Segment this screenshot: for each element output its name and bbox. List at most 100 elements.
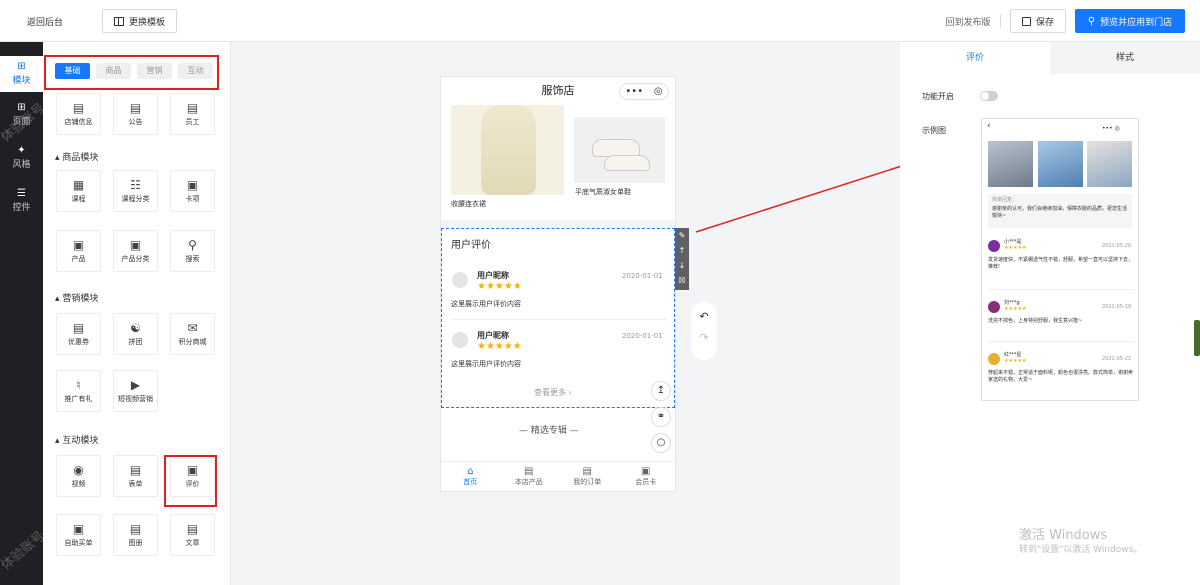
tab-style[interactable]: 样式 [1050, 42, 1200, 74]
capsule-menu-icon: ••• ◎ [1102, 125, 1120, 132]
review-photo [988, 141, 1033, 187]
sliders-icon: ☰ [17, 188, 26, 199]
module-notice[interactable]: ▤ 公告 [113, 93, 158, 135]
avatar [452, 272, 468, 288]
module-points-mall[interactable]: ✉ 积分商城 [170, 313, 215, 355]
module-video[interactable]: ◉ 视频 [56, 455, 101, 497]
target-icon: ◎ [653, 86, 663, 97]
windows-activation-note: 转到"设置"以激活 Windows。 [1019, 545, 1143, 555]
chat-icon[interactable]: ○ [651, 433, 671, 453]
link-icon[interactable]: ⚭ [651, 407, 671, 427]
divider [988, 341, 1134, 342]
preview-apply-button[interactable]: ⚲ 预览并应用到门店 [1075, 9, 1185, 33]
card-icon: ▣ [186, 178, 199, 192]
reviewer-name: 用户昵称 [477, 331, 509, 340]
back-to-admin-button[interactable]: 返回后台 [12, 9, 78, 33]
phone-preview: 服饰店 ••• ◎ 收腰连衣裙 平底气质淑女单鞋 用户评价 用户昵称 ★★★★★ … [440, 76, 689, 492]
module-coupon[interactable]: ▤ 优惠券 [56, 313, 101, 355]
section-interact: ▴ 互动模块 [55, 436, 99, 446]
plus-square-icon: ⊞ [17, 61, 26, 72]
module-referral[interactable]: ♮ 推广有礼 [56, 370, 101, 412]
album-title: — 精选专辑 — [519, 426, 579, 436]
rail-item-modules[interactable]: ⊞ 模块 [0, 56, 43, 92]
module-form[interactable]: ▤ 表单 [113, 455, 158, 497]
search-icon: ⚲ [188, 238, 197, 252]
top-bar: 返回后台 更换模板 回到发布版 保存 ⚲ 预览并应用到门店 [0, 0, 1200, 42]
side-widget[interactable] [1194, 320, 1200, 356]
nav-products[interactable]: ▤ 本店产品 [500, 462, 559, 492]
divider [451, 319, 667, 320]
group-icon: ☯ [130, 321, 141, 335]
product-name: 收腰连衣裙 [451, 200, 486, 208]
save-button[interactable]: 保存 [1010, 9, 1066, 33]
clipboard-icon: ▤ [582, 466, 592, 477]
section-goods: ▴ 商品模块 [55, 153, 99, 163]
rating-stars: ★★★★★ [1004, 245, 1027, 251]
save-icon [1021, 16, 1031, 26]
search-icon: ⚲ [1087, 15, 1096, 27]
windows-activation-title: 激活 Windows [1019, 528, 1108, 543]
highlight-box-tabs [44, 55, 219, 90]
review-content: 这里展示用户评价内容 [451, 360, 521, 368]
module-self-pay[interactable]: ▣ 自助买单 [56, 514, 101, 556]
block-toolbar: ✎ ↑ ↓ ☒ [675, 228, 689, 290]
notice-icon: ▤ [129, 101, 142, 115]
rating-stars: ★★★★★ [477, 281, 522, 292]
more-icon: ••• [625, 86, 644, 97]
change-template-button[interactable]: 更换模板 [102, 9, 177, 33]
arrow-down-icon[interactable]: ↓ [675, 258, 689, 273]
undo-icon[interactable]: ↶ [691, 310, 717, 323]
rail-item-style[interactable]: ✦ 风格 [0, 145, 43, 175]
avatar [988, 353, 1000, 365]
module-group-buy[interactable]: ☯ 拼团 [113, 313, 158, 355]
undo-redo-group: ↶ ↷ [691, 302, 717, 360]
view-more-link[interactable]: 查看更多 › [534, 387, 572, 398]
module-card[interactable]: ▣ 卡项 [170, 170, 215, 212]
rating-stars: ★★★★★ [477, 341, 522, 352]
reviewer-name: 用户昵称 [477, 271, 509, 280]
highlight-box-review [164, 455, 217, 507]
delete-icon[interactable]: ☒ [675, 273, 689, 288]
module-short-video[interactable]: ▶ 短视频营销 [113, 370, 158, 412]
divider [988, 289, 1134, 290]
grid-icon: ▦ [72, 178, 85, 192]
home-icon: ⌂ [467, 466, 474, 477]
chevron-right-icon: › [568, 388, 572, 397]
back-to-top-icon[interactable]: ↥ [651, 381, 671, 401]
rating-stars: ★★★★★ [1004, 358, 1027, 364]
form-icon: ▤ [129, 463, 142, 477]
back-arrow-icon: ‹ [987, 121, 991, 131]
back-to-published-button[interactable]: 回到发布版 [942, 9, 994, 33]
nav-home[interactable]: ⌂ 首页 [441, 462, 500, 492]
module-article[interactable]: ▤ 文章 [170, 514, 215, 556]
nav-orders[interactable]: ▤ 我的订单 [558, 462, 617, 492]
module-search[interactable]: ⚲ 搜索 [170, 230, 215, 272]
arrow-up-icon[interactable]: ↑ [675, 243, 689, 258]
mail-icon: ✉ [187, 321, 198, 335]
tab-review[interactable]: 评价 [900, 42, 1050, 74]
module-staff[interactable]: ▤ 员工 [170, 93, 215, 135]
play-circle-icon: ◉ [73, 463, 84, 477]
module-product-category[interactable]: ▣ 产品分类 [113, 230, 158, 272]
module-store-info[interactable]: ▤ 店铺信息 [56, 93, 101, 135]
module-course-category[interactable]: ☷ 课程分类 [113, 170, 158, 212]
feature-toggle[interactable] [980, 91, 998, 101]
image-icon: ▤ [129, 522, 142, 536]
module-album[interactable]: ▤ 图册 [113, 514, 158, 556]
example-image: ‹ ••• ◎ 商家回复： 谢谢亲的认可，我们会继续加油，保障衣服的品质，祝您生… [981, 118, 1139, 401]
product-image-dress[interactable] [451, 105, 564, 195]
store-icon: ▤ [524, 466, 534, 477]
edit-icon[interactable]: ✎ [675, 228, 689, 243]
rail-item-controls[interactable]: ☰ 控件 [0, 188, 43, 218]
category-icon: ☷ [130, 178, 141, 192]
redo-icon[interactable]: ↷ [691, 331, 717, 344]
product-name: 平底气质淑女单鞋 [575, 188, 631, 196]
product-image-shoes[interactable] [574, 117, 665, 183]
capsule-menu[interactable]: ••• ◎ [619, 83, 669, 100]
layout-icon [113, 16, 124, 26]
review-block[interactable]: 用户评价 用户昵称 ★★★★★ 2020-01-01 这里展示用户评价内容 用户… [441, 228, 675, 408]
module-product[interactable]: ▣ 产品 [56, 230, 101, 272]
nav-member-card[interactable]: ▣ 会员卡 [617, 462, 676, 492]
review-date: 2020-01-01 [622, 272, 663, 280]
module-course[interactable]: ▦ 课程 [56, 170, 101, 212]
